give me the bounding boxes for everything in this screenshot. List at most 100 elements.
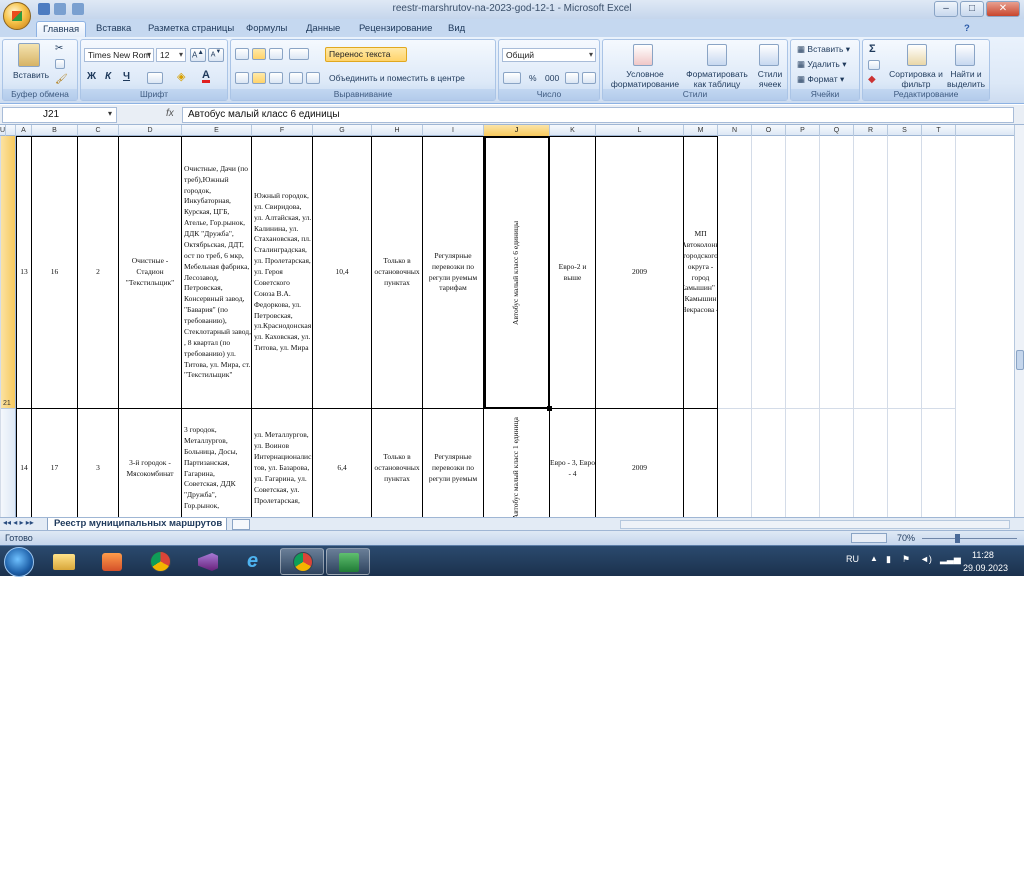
- cell-o-row1[interactable]: [752, 136, 786, 409]
- column-header-e[interactable]: E: [182, 125, 252, 136]
- cell-q-row1[interactable]: [820, 136, 854, 409]
- column-header-o[interactable]: O: [752, 125, 786, 136]
- cell-k-row2[interactable]: Евро - 3, Евро - 4: [550, 409, 596, 517]
- tab-view[interactable]: Вид: [442, 21, 471, 37]
- font-size-select[interactable]: 12: [156, 48, 186, 62]
- tab-insert[interactable]: Вставка: [90, 21, 137, 37]
- cell-b-row1[interactable]: 16: [32, 136, 78, 409]
- align-bottom-icon[interactable]: [269, 48, 283, 60]
- shrink-font-icon[interactable]: A▼: [208, 48, 224, 62]
- column-header-l[interactable]: L: [596, 125, 684, 136]
- autosum-button[interactable]: Σ: [869, 43, 876, 55]
- fx-icon[interactable]: fx: [166, 108, 174, 119]
- column-header-i[interactable]: I: [423, 125, 484, 136]
- cell-j-row1[interactable]: Автобус малый класс 6 единицы: [484, 136, 550, 409]
- font-name-select[interactable]: Times New Rom: [84, 48, 154, 62]
- insert-cells-button[interactable]: ▦ Вставить ▾: [797, 44, 850, 55]
- fill-color-icon[interactable]: ◈: [177, 70, 185, 83]
- cell-r-row2[interactable]: [854, 409, 888, 517]
- sheet-nav-icons[interactable]: ◂◂ ◂ ▸ ▸▸: [3, 518, 34, 527]
- start-button[interactable]: [4, 547, 34, 577]
- column-header-g[interactable]: G: [313, 125, 372, 136]
- help-icon[interactable]: ?: [958, 21, 976, 37]
- column-header-p[interactable]: P: [786, 125, 820, 136]
- explorer-icon[interactable]: [42, 548, 86, 575]
- column-header-m[interactable]: M: [684, 125, 718, 136]
- tab-data[interactable]: Данные: [300, 21, 346, 37]
- cell-n-row1[interactable]: [718, 136, 752, 409]
- visual-studio-icon[interactable]: [186, 548, 230, 575]
- decrease-decimal-icon[interactable]: [582, 72, 596, 84]
- copy-icon[interactable]: [55, 59, 65, 69]
- cell-r-row1[interactable]: [854, 136, 888, 409]
- format-as-table-button[interactable]: Форматировать как таблицу: [685, 69, 749, 89]
- view-buttons[interactable]: [851, 533, 887, 543]
- clear-icon[interactable]: ◆: [868, 74, 876, 85]
- tab-home[interactable]: Главная: [36, 21, 87, 37]
- increase-indent-icon[interactable]: [306, 72, 320, 84]
- cell-l-row1[interactable]: 2009: [596, 136, 684, 409]
- cell-p-row2[interactable]: [786, 409, 820, 517]
- sort-filter-icon[interactable]: [907, 44, 927, 66]
- cut-icon[interactable]: ✂: [55, 43, 63, 54]
- row-header[interactable]: 21: [0, 136, 16, 409]
- name-box[interactable]: J21: [2, 107, 117, 123]
- cell-e-row1[interactable]: Очистные, Дачи (по треб),Южный городок, …: [182, 136, 252, 409]
- cell-q-row2[interactable]: [820, 409, 854, 517]
- column-header-j[interactable]: J: [484, 125, 550, 136]
- cell-d-row1[interactable]: Очистные - Стадион "Текстильщик": [119, 136, 182, 409]
- grow-font-icon[interactable]: A▲: [190, 48, 206, 62]
- align-right-icon[interactable]: [269, 72, 283, 84]
- cell-s-row1[interactable]: [888, 136, 922, 409]
- flag-icon[interactable]: ⚑: [902, 554, 910, 565]
- cell-l-row2[interactable]: 2009: [596, 409, 684, 517]
- zoom-slider[interactable]: [922, 538, 1017, 539]
- language-indicator[interactable]: RU: [846, 554, 859, 564]
- cell-n-row2[interactable]: [718, 409, 752, 517]
- column-header-b[interactable]: B: [32, 125, 78, 136]
- zoom-level[interactable]: 70%: [897, 533, 915, 543]
- format-cells-button[interactable]: ▦ Формат ▾: [797, 74, 844, 85]
- align-top-icon[interactable]: [235, 48, 249, 60]
- cell-h-row1[interactable]: Только в остановочных пунктах: [372, 136, 423, 409]
- font-color-icon[interactable]: A: [202, 70, 210, 83]
- cell-i-row2[interactable]: Регулярные перевозки по регули руемым: [423, 409, 484, 517]
- internet-explorer-icon[interactable]: e: [234, 548, 278, 575]
- column-header-c[interactable]: C: [78, 125, 119, 136]
- excel-taskbar-icon[interactable]: [326, 548, 370, 575]
- cell-g-row2[interactable]: 6,4: [313, 409, 372, 517]
- column-header-n[interactable]: N: [718, 125, 752, 136]
- italic-button[interactable]: К: [105, 71, 111, 82]
- formula-input[interactable]: Автобус малый класс 6 единицы: [182, 107, 1014, 123]
- cell-t-row2[interactable]: [922, 409, 956, 517]
- cell-g-row1[interactable]: 10,4: [313, 136, 372, 409]
- column-header-d[interactable]: D: [119, 125, 182, 136]
- currency-icon[interactable]: [503, 72, 521, 84]
- bold-button[interactable]: Ж: [87, 71, 96, 82]
- chrome-window-icon[interactable]: [280, 548, 324, 575]
- decrease-indent-icon[interactable]: [289, 72, 303, 84]
- column-header-t[interactable]: T: [922, 125, 956, 136]
- cell-b-row2[interactable]: 17: [32, 409, 78, 517]
- conditional-format-button[interactable]: Условное форматирование: [607, 69, 683, 89]
- column-header-u[interactable]: U: [0, 125, 7, 136]
- minimize-button[interactable]: –: [934, 1, 958, 17]
- cell-s-row2[interactable]: [888, 409, 922, 517]
- cell-k-row1[interactable]: Евро-2 и выше: [550, 136, 596, 409]
- office-button[interactable]: [3, 2, 31, 30]
- find-select-button[interactable]: Найти и выделить: [943, 69, 989, 89]
- column-header-a[interactable]: A: [16, 125, 32, 136]
- cell-f-row2[interactable]: ул. Металлургов, ул. Воинов Интернациона…: [252, 409, 313, 517]
- column-header-r[interactable]: R: [854, 125, 888, 136]
- percent-button[interactable]: %: [529, 73, 537, 83]
- delete-cells-button[interactable]: ▦ Удалить ▾: [797, 59, 847, 70]
- battery-icon[interactable]: ▮: [886, 554, 891, 565]
- zoom-slider-thumb[interactable]: [955, 534, 960, 543]
- cell-a-row2[interactable]: 14: [16, 409, 32, 517]
- cell-a-row1[interactable]: 13: [16, 136, 32, 409]
- align-middle-icon[interactable]: [252, 48, 266, 60]
- fill-handle[interactable]: [547, 406, 552, 411]
- cell-p-row1[interactable]: [786, 136, 820, 409]
- cell-styles-icon[interactable]: [759, 44, 779, 66]
- column-header-k[interactable]: K: [550, 125, 596, 136]
